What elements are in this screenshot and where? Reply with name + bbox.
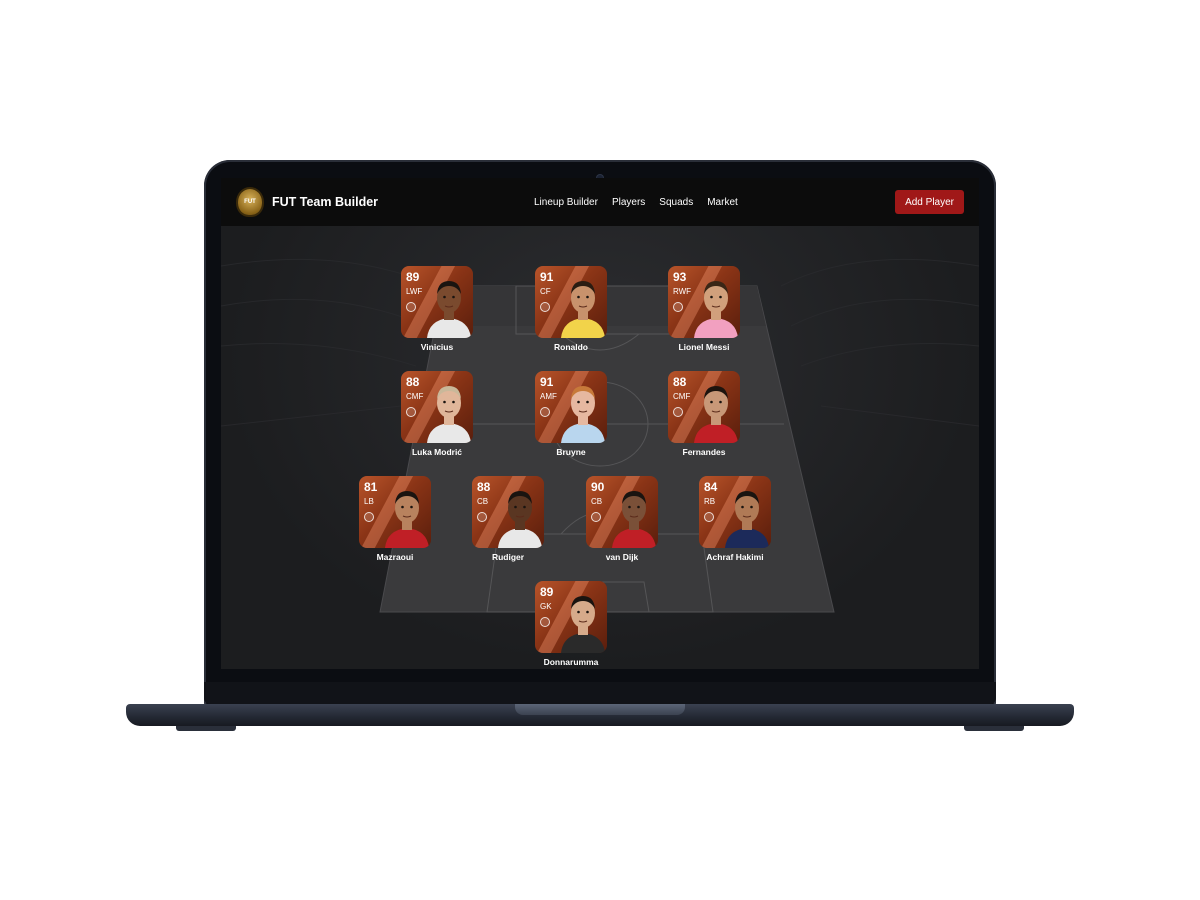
laptop-foot-right <box>964 726 1024 731</box>
laptop-notch <box>515 704 685 715</box>
player-name: Rudiger <box>491 552 525 562</box>
nav-lineup-builder[interactable]: Lineup Builder <box>534 197 598 208</box>
player-slot[interactable]: 88 CMF Luka Modrić <box>394 371 480 457</box>
club-badge-icon <box>540 407 550 417</box>
player-card[interactable]: 88 CMF <box>401 371 473 443</box>
player-position: CMF <box>673 392 691 401</box>
pitch-area: 89 LWF Vinicius 91 CF Ronaldo 93 RWF Lionel Mess… <box>221 226 979 669</box>
player-card[interactable]: 84 RB <box>699 476 771 548</box>
player-slot[interactable]: 88 CB Rudiger <box>465 476 551 562</box>
player-rating: 91 <box>540 270 554 284</box>
player-position: RB <box>704 497 716 506</box>
nav-squads[interactable]: Squads <box>659 197 693 208</box>
player-photo <box>694 386 738 443</box>
player-photo <box>694 281 738 338</box>
player-slot[interactable]: 84 RB Achraf Hakimi <box>692 476 778 562</box>
add-player-button[interactable]: Add Player <box>895 190 964 214</box>
club-badge-icon <box>673 302 683 312</box>
player-slot[interactable]: 89 GK Donnarumma <box>528 581 614 667</box>
player-card[interactable]: 88 CB <box>472 476 544 548</box>
player-photo <box>561 386 605 443</box>
club-badge-icon <box>406 407 416 417</box>
club-badge-icon <box>704 512 714 522</box>
player-card[interactable]: 89 GK <box>535 581 607 653</box>
laptop-foot-left <box>176 726 236 731</box>
player-name: Ronaldo <box>554 342 588 352</box>
player-rating: 91 <box>540 375 554 389</box>
player-photo <box>612 491 656 548</box>
player-name: Mazraoui <box>376 552 414 562</box>
player-name: Fernandes <box>682 447 726 457</box>
player-rating: 84 <box>704 480 718 494</box>
player-position: GK <box>540 602 552 611</box>
player-card[interactable]: 89 LWF <box>401 266 473 338</box>
player-rating: 89 <box>540 585 554 599</box>
player-rating: 81 <box>364 480 378 494</box>
club-badge-icon <box>673 407 683 417</box>
club-badge-icon <box>364 512 374 522</box>
player-card[interactable]: 91 CF <box>535 266 607 338</box>
laptop-chin <box>204 682 996 704</box>
player-slot[interactable]: 91 CF Ronaldo <box>528 266 614 352</box>
app-screen: FUT FUT Team Builder Lineup Builder Play… <box>221 178 979 669</box>
app-title: FUT Team Builder <box>272 195 379 209</box>
club-badge-icon <box>540 302 550 312</box>
club-badge-icon <box>591 512 601 522</box>
player-position: CF <box>540 287 551 296</box>
player-card[interactable]: 91 AMF <box>535 371 607 443</box>
player-photo <box>561 596 605 653</box>
player-rating: 88 <box>406 375 420 389</box>
player-slot[interactable]: 90 CB van Dijk <box>579 476 665 562</box>
nav-market[interactable]: Market <box>707 197 738 208</box>
player-photo <box>385 491 429 548</box>
player-card[interactable]: 88 CMF <box>668 371 740 443</box>
player-photo <box>725 491 769 548</box>
player-name: Donnarumma <box>543 657 599 667</box>
player-slot[interactable]: 81 LB Mazraoui <box>352 476 438 562</box>
player-position: RWF <box>673 287 692 296</box>
player-rating: 89 <box>406 270 420 284</box>
player-slot[interactable]: 88 CMF Fernandes <box>661 371 747 457</box>
club-badge-icon <box>477 512 487 522</box>
fut-logo-icon: FUT <box>238 189 262 215</box>
player-name: Vinicius <box>420 342 454 352</box>
player-photo <box>561 281 605 338</box>
nav-links: Lineup Builder Players Squads Market <box>534 178 738 226</box>
player-slot[interactable]: 89 LWF Vinicius <box>394 266 480 352</box>
club-badge-icon <box>540 617 550 627</box>
player-position: CB <box>477 497 489 506</box>
nav-players[interactable]: Players <box>612 197 645 208</box>
player-name: van Dijk <box>605 552 639 562</box>
player-photo <box>427 281 471 338</box>
player-rating: 88 <box>477 480 491 494</box>
brand[interactable]: FUT FUT Team Builder <box>238 189 378 215</box>
player-rating: 90 <box>591 480 605 494</box>
player-name: Bruyne <box>556 447 586 457</box>
player-slot[interactable]: 91 AMF Bruyne <box>528 371 614 457</box>
player-name: Achraf Hakimi <box>706 552 764 562</box>
player-position: LB <box>364 497 374 506</box>
navbar: FUT FUT Team Builder Lineup Builder Play… <box>221 178 979 226</box>
player-card[interactable]: 93 RWF <box>668 266 740 338</box>
player-slot[interactable]: 93 RWF Lionel Messi <box>661 266 747 352</box>
player-photo <box>498 491 542 548</box>
club-badge-icon <box>406 302 416 312</box>
player-card[interactable]: 90 CB <box>586 476 658 548</box>
player-name: Luka Modrić <box>411 447 463 457</box>
player-card[interactable]: 81 LB <box>359 476 431 548</box>
player-name: Lionel Messi <box>678 342 730 352</box>
player-position: CMF <box>406 392 424 401</box>
player-rating: 88 <box>673 375 687 389</box>
player-position: LWF <box>406 287 423 296</box>
player-rating: 93 <box>673 270 687 284</box>
player-position: CB <box>591 497 603 506</box>
player-position: AMF <box>540 392 557 401</box>
player-photo <box>427 386 471 443</box>
